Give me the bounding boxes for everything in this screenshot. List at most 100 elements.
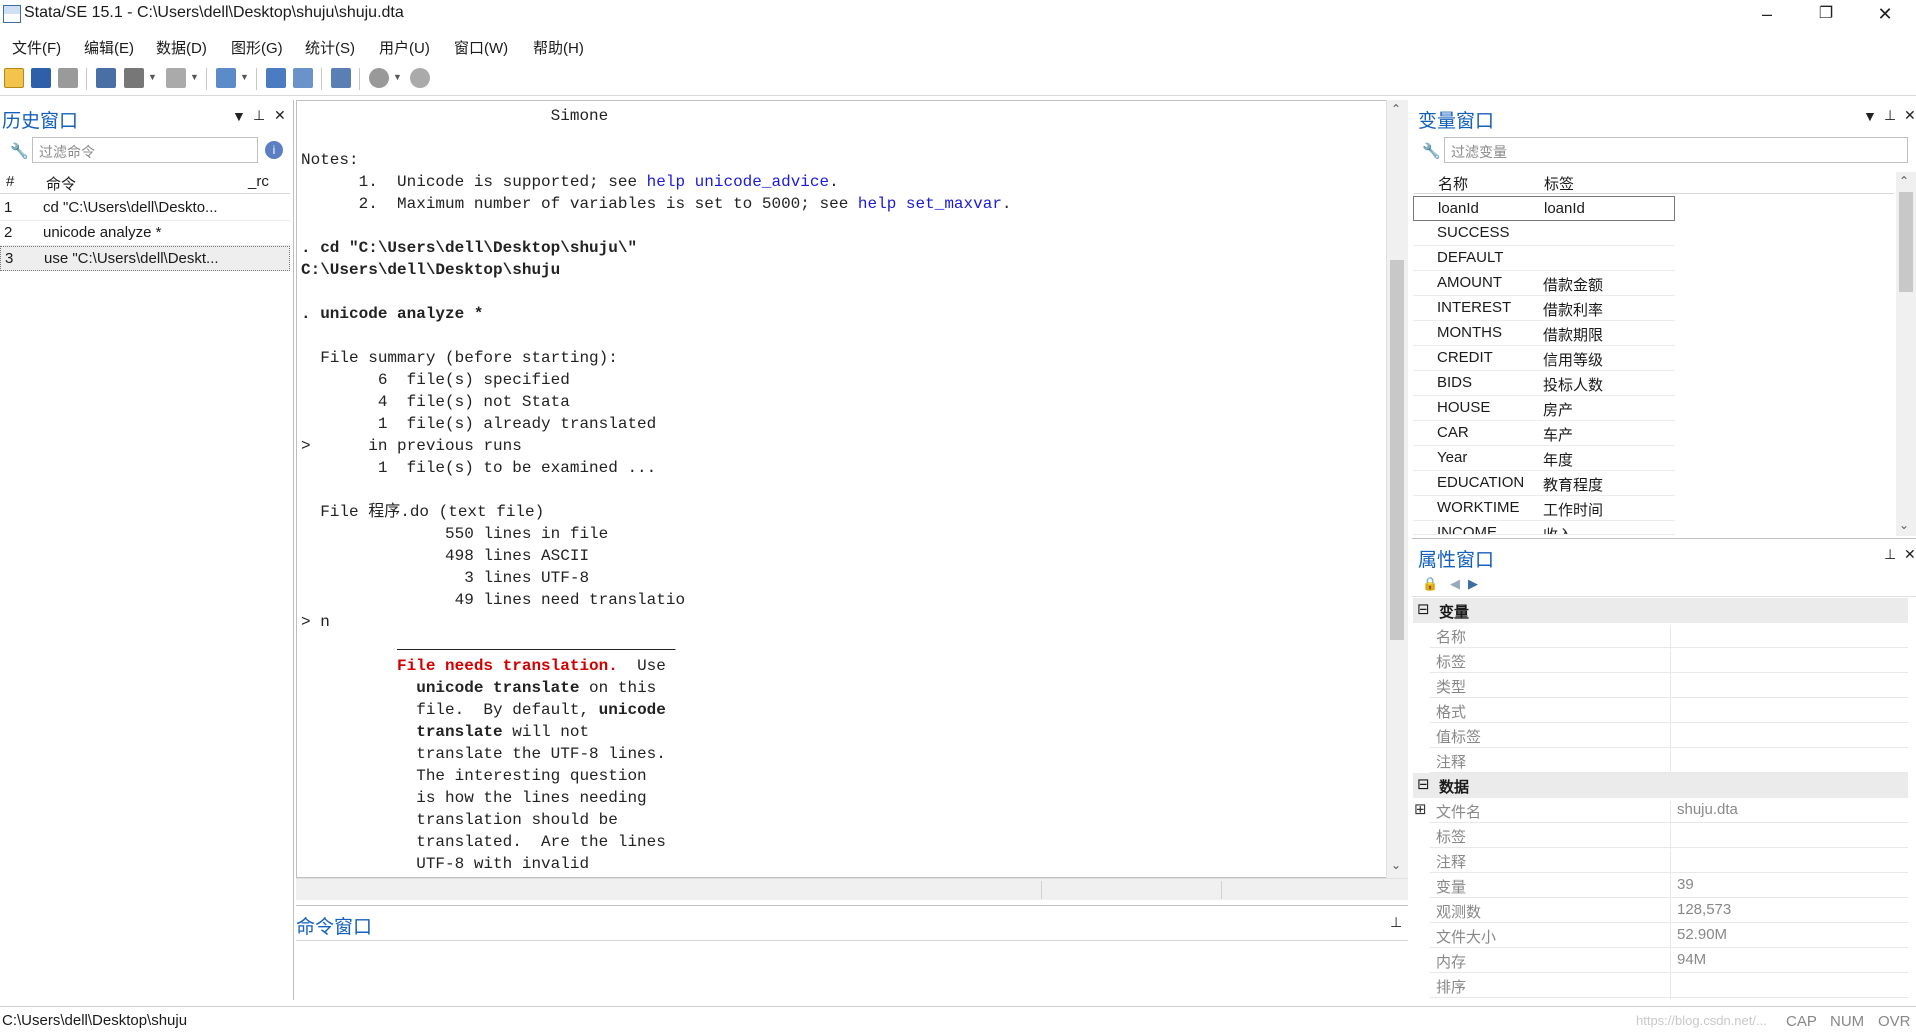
history-row[interactable]: 1 cd "C:\Users\dell\Deskto... [0, 196, 290, 221]
results-scroll-thumb[interactable] [1390, 260, 1404, 640]
properties-title: 属性窗口 [1418, 550, 1495, 571]
close-pane-icon[interactable]: ✕ [1904, 107, 1916, 124]
variable-row[interactable]: WORKTIME 工作时间 [1413, 496, 1675, 521]
maximize-button[interactable]: ❐ [1797, 0, 1855, 28]
results-pane[interactable]: Simone Notes: 1. Unicode is supported; s… [296, 100, 1408, 878]
variable-row[interactable]: AMOUNT 借款金额 [1413, 271, 1675, 296]
scroll-down-icon[interactable]: ⌄ [1391, 858, 1401, 872]
menu-window[interactable]: 窗口(W) [454, 37, 508, 58]
history-row[interactable]: 2 unicode analyze * [0, 221, 290, 246]
minimize-button[interactable]: – [1738, 0, 1796, 28]
property-row[interactable]: 排序 [1430, 973, 1908, 1000]
pin-icon[interactable]: ⊥ [1390, 914, 1402, 931]
variable-row[interactable]: INTEREST 借款利率 [1413, 296, 1675, 321]
data-browser-icon[interactable] [293, 68, 313, 88]
variable-row[interactable]: EDUCATION 教育程度 [1413, 471, 1675, 496]
more-icon[interactable] [369, 68, 389, 88]
break-icon[interactable] [410, 68, 430, 88]
property-row[interactable]: 类型 [1430, 673, 1908, 700]
property-row[interactable]: 名称 [1430, 623, 1908, 650]
menu-edit[interactable]: 编辑(E) [84, 37, 134, 58]
do-editor-dropdown-icon[interactable]: ▼ [240, 72, 249, 82]
property-row[interactable]: 观测数 128,573 [1430, 898, 1908, 925]
command-title: 命令窗口 [296, 917, 373, 938]
help-link[interactable]: help [858, 195, 896, 213]
col-number[interactable]: # [6, 173, 14, 190]
col-command[interactable]: 命令 [46, 173, 76, 194]
variables-manager-icon[interactable] [331, 68, 351, 88]
property-row[interactable]: 文件大小 52.90M [1430, 923, 1908, 950]
variable-row[interactable]: Year 年度 [1413, 446, 1675, 471]
property-row[interactable]: 注释 [1430, 848, 1908, 875]
caps-lock-indicator: CAP [1786, 1013, 1817, 1030]
graph-dropdown-icon[interactable]: ▼ [190, 72, 199, 82]
pin-icon[interactable]: ⊥ [1884, 107, 1896, 124]
variables-title: 变量窗口 [1418, 111, 1495, 132]
variables-scroll-thumb[interactable] [1899, 192, 1913, 292]
menu-statistics[interactable]: 统计(S) [305, 37, 355, 58]
property-row[interactable]: 值标签 [1430, 723, 1908, 750]
viewer-icon[interactable] [124, 68, 144, 88]
filter-toggle-icon[interactable]: ▼ [1863, 108, 1877, 124]
log-icon[interactable] [96, 68, 116, 88]
help-link[interactable]: help [647, 173, 685, 191]
collapse-icon[interactable]: ⊟ [1417, 600, 1430, 618]
variable-row[interactable]: SUCCESS [1413, 221, 1675, 246]
lock-icon[interactable]: 🔒 [1422, 576, 1438, 592]
menu-user[interactable]: 用户(U) [379, 37, 430, 58]
expand-icon[interactable]: ⊞ [1414, 800, 1427, 818]
close-pane-icon[interactable]: ✕ [1904, 546, 1916, 563]
pin-icon[interactable]: ⊥ [253, 107, 265, 124]
variable-row[interactable]: MONTHS 借款期限 [1413, 321, 1675, 346]
set-maxvar-link[interactable]: set_maxvar [906, 195, 1002, 213]
property-row[interactable]: 标签 [1430, 823, 1908, 850]
data-editor-icon[interactable] [266, 68, 286, 88]
results-horizontal-scrollbar[interactable] [296, 878, 1408, 900]
open-icon[interactable] [4, 68, 24, 88]
property-row[interactable]: 内存 94M [1430, 948, 1908, 975]
variable-filter-input[interactable]: 过滤变量 [1444, 137, 1908, 163]
unicode-advice-link[interactable]: unicode_advice [695, 173, 829, 191]
menu-help[interactable]: 帮助(H) [533, 37, 584, 58]
properties-section-data[interactable]: ⊟ 数据 [1413, 773, 1908, 798]
close-pane-icon[interactable]: ✕ [274, 107, 286, 124]
results-vertical-scrollbar[interactable]: ⌃ ⌄ [1386, 100, 1408, 878]
scroll-up-icon[interactable]: ⌃ [1391, 102, 1401, 116]
filter-toggle-icon[interactable]: ▼ [232, 108, 246, 124]
property-row[interactable]: 变量 39 [1430, 873, 1908, 900]
variables-scrollbar[interactable]: ⌃ ⌄ [1896, 172, 1916, 536]
command-input[interactable] [296, 940, 1408, 1006]
variable-row[interactable]: DEFAULT [1413, 246, 1675, 271]
variable-row[interactable]: BIDS 投标人数 [1413, 371, 1675, 396]
history-row-selected[interactable]: 3 use "C:\Users\dell\Deskt... [0, 246, 290, 271]
collapse-icon[interactable]: ⊟ [1417, 775, 1430, 793]
pin-icon[interactable]: ⊥ [1884, 546, 1896, 563]
variable-row[interactable]: HOUSE 房产 [1413, 396, 1675, 421]
col-rc[interactable]: _rc [248, 173, 269, 190]
menu-file[interactable]: 文件(F) [12, 37, 61, 58]
back-arrow-icon[interactable]: ◀ [1450, 576, 1460, 592]
property-row[interactable]: 标签 [1430, 648, 1908, 675]
col-name[interactable]: 名称 [1438, 173, 1468, 194]
info-icon[interactable]: i [265, 141, 283, 159]
history-filter-input[interactable]: 过滤命令 [32, 137, 258, 163]
variable-row[interactable]: INCOME收入 [1413, 521, 1675, 535]
menu-graphics[interactable]: 图形(G) [231, 37, 283, 58]
graph-icon[interactable] [166, 68, 186, 88]
col-label[interactable]: 标签 [1544, 173, 1574, 194]
variable-row[interactable]: CAR 车产 [1413, 421, 1675, 446]
close-window-button[interactable]: ✕ [1856, 0, 1914, 28]
variable-row-selected[interactable]: loanId loanId [1413, 196, 1675, 221]
forward-arrow-icon[interactable]: ▶ [1468, 576, 1478, 592]
property-row[interactable]: 格式 [1430, 698, 1908, 725]
more-dropdown-icon[interactable]: ▼ [393, 72, 402, 82]
properties-section-variable[interactable]: ⊟ 变量 [1413, 598, 1908, 623]
menu-data[interactable]: 数据(D) [156, 37, 207, 58]
property-row[interactable]: ⊞ 文件名 shuju.dta [1414, 798, 1908, 825]
viewer-dropdown-icon[interactable]: ▼ [148, 72, 157, 82]
save-icon[interactable] [31, 68, 51, 88]
property-row[interactable]: 注释 [1430, 748, 1908, 775]
do-file-editor-icon[interactable] [216, 68, 236, 88]
variable-row[interactable]: CREDIT 信用等级 [1413, 346, 1675, 371]
print-icon[interactable] [58, 68, 78, 88]
